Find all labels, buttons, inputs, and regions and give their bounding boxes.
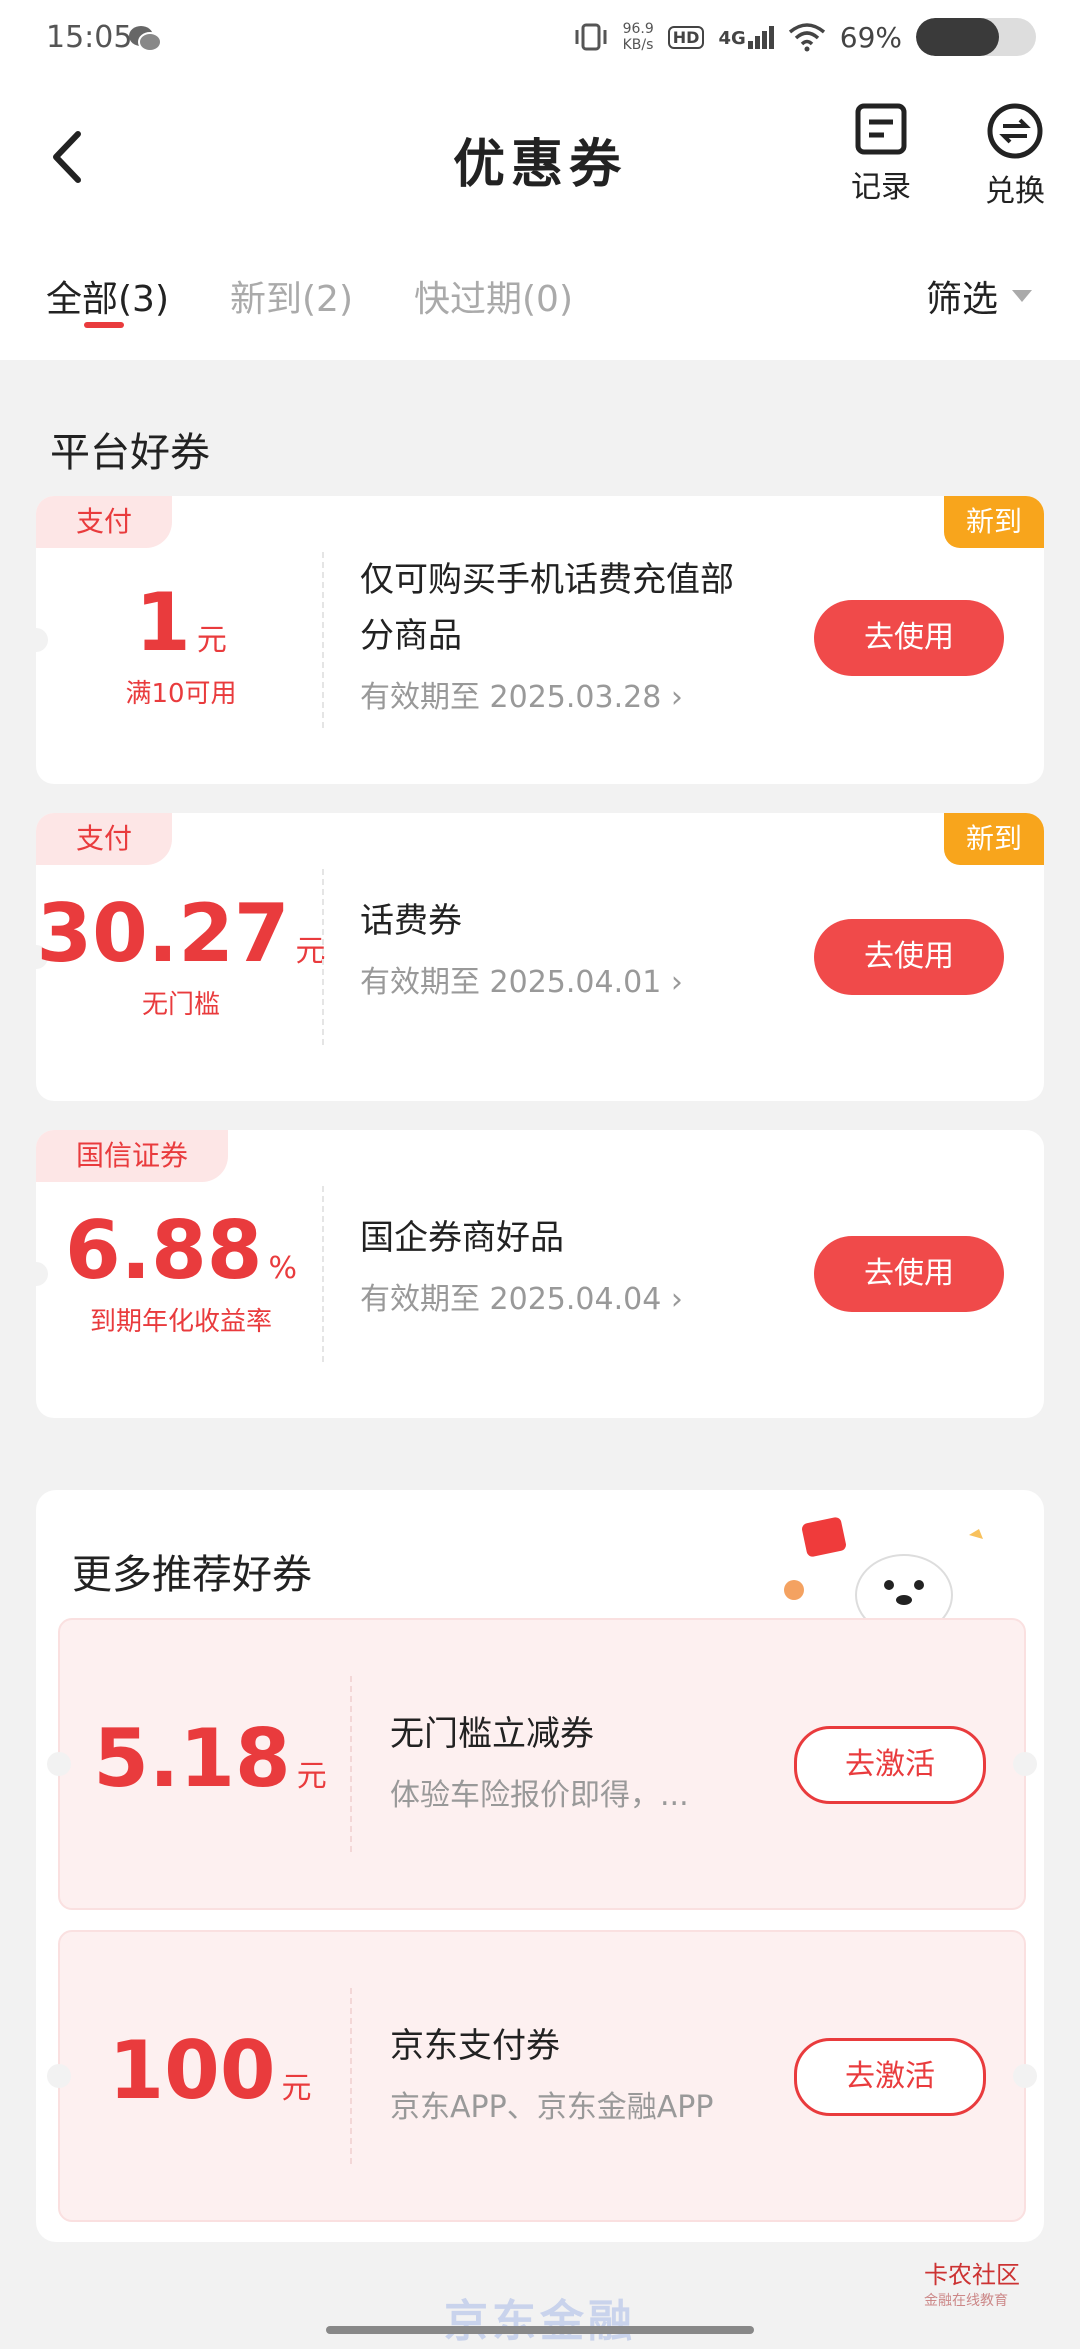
card-notch — [1013, 1752, 1037, 1776]
activate-button[interactable]: 去激活 — [794, 2038, 986, 2116]
coupon-tag: 支付 — [36, 813, 173, 865]
coupon-subtext: 体验车险报价即得，... — [390, 1778, 689, 1813]
coupon-condition: 到期年化收益率 — [89, 1307, 272, 1337]
exchange-icon — [987, 103, 1043, 159]
exchange-label: 兑换 — [985, 174, 1045, 209]
battery-text: 69% — [839, 20, 902, 54]
chevron-right-icon: › — [670, 1282, 683, 1317]
coupon-amount: 30.27 元 无门槛 — [36, 887, 326, 1020]
platform-section-title: 平台好券 — [50, 430, 210, 476]
coupon-amount: 1元 满10可用 — [36, 576, 326, 710]
filter-label: 筛选 — [925, 279, 998, 320]
use-coupon-button[interactable]: 去使用 — [814, 600, 1004, 676]
coupon-expiry: 有效期至 2025.04.01 › — [360, 965, 683, 1000]
signal-icon: 4G — [718, 25, 774, 49]
coupon-name: 京东支付券 — [390, 2026, 560, 2066]
tab-all[interactable]: 全部(3) — [46, 270, 169, 322]
filter-dropdown[interactable]: 筛选 — [926, 270, 1032, 322]
coupon-amount: 100 元 — [108, 2024, 312, 2117]
wechat-icon — [129, 26, 162, 52]
new-badge: 新到 — [944, 813, 1044, 865]
hd-icon: HD — [667, 25, 705, 49]
coupon-description: 无门槛立减券 体验车险报价即得，... — [390, 1706, 790, 1824]
card-notch — [1013, 2064, 1037, 2088]
coupon-divider — [322, 1186, 324, 1362]
recommend-panel: 更多推荐好券 5.18 元 无门槛立减券 体验车险报价即得，... 去激活 100… — [36, 1490, 1044, 2242]
network-speed: 96.9 KB/s — [622, 21, 654, 53]
record-button[interactable]: 记录 — [836, 102, 926, 206]
coupon-description: 仅可购买手机话费充值部分商品 有效期至 2025.03.28 › — [360, 552, 760, 726]
coupon-card: 支付 新到 30.27 元 无门槛 话费券 有效期至 2025.04.01 › 去… — [36, 813, 1044, 1101]
tab-new[interactable]: 新到(2) — [230, 270, 353, 322]
coupon-amount: 6.88% 到期年化收益率 — [36, 1204, 326, 1338]
vibrate-icon — [575, 23, 607, 51]
active-tab-indicator — [84, 322, 124, 328]
coupon-card: 支付 新到 1元 满10可用 仅可购买手机话费充值部分商品 有效期至 2025.… — [36, 496, 1044, 784]
chevron-right-icon: › — [670, 965, 683, 1000]
status-bar: 15:05 96.9 KB/s HD 4G 69% — [0, 0, 1080, 84]
recommend-title: 更多推荐好券 — [72, 1552, 312, 1598]
recommend-coupon-card: 5.18 元 无门槛立减券 体验车险报价即得，... 去激活 — [47, 1618, 1037, 1910]
exchange-button[interactable]: 兑换 — [970, 102, 1060, 210]
home-indicator[interactable] — [326, 2326, 754, 2334]
battery-icon — [916, 18, 1036, 56]
coupon-expiry: 有效期至 2025.04.04 › — [360, 1282, 683, 1317]
coupon-amount: 5.18 元 — [93, 1712, 327, 1805]
coupon-subtext: 京东APP、京东金融APP — [390, 2090, 714, 2125]
coupon-description: 话费券 有效期至 2025.04.01 › — [360, 893, 760, 1011]
coupon-divider — [322, 552, 324, 728]
activate-button[interactable]: 去激活 — [794, 1726, 986, 1804]
coupon-name: 无门槛立减券 — [390, 1714, 594, 1754]
coupon-tag: 国信证券 — [36, 1130, 229, 1182]
coupon-divider — [350, 1676, 352, 1852]
record-icon — [855, 103, 907, 155]
chevron-right-icon: › — [670, 680, 683, 715]
coupon-tag: 支付 — [36, 496, 173, 548]
coupon-divider — [350, 1988, 352, 2164]
status-time: 15:05 — [46, 20, 133, 55]
tab-bar: 全部(3) 新到(2) 快过期(0) 筛选 — [0, 230, 1080, 360]
new-badge: 新到 — [944, 496, 1044, 548]
use-coupon-button[interactable]: 去使用 — [814, 919, 1004, 995]
coupon-divider — [322, 869, 324, 1045]
tab-expiring[interactable]: 快过期(0) — [414, 270, 573, 322]
page-header: 优惠券 记录 兑换 — [0, 84, 1080, 230]
coupon-condition: 满10可用 — [125, 679, 237, 709]
recommend-coupon-card: 100 元 京东支付券 京东APP、京东金融APP 去激活 — [47, 1930, 1037, 2222]
coupon-expiry: 有效期至 2025.03.28 › — [360, 680, 683, 715]
coupon-description: 国企券商好品 有效期至 2025.04.04 › — [360, 1210, 760, 1328]
record-label: 记录 — [851, 170, 911, 205]
wifi-icon — [788, 23, 825, 52]
coupon-condition: 无门槛 — [141, 990, 220, 1020]
dropdown-arrow-icon — [1012, 290, 1032, 302]
coupon-card: 国信证券 6.88% 到期年化收益率 国企券商好品 有效期至 2025.04.0… — [36, 1130, 1044, 1418]
use-coupon-button[interactable]: 去使用 — [814, 1236, 1004, 1312]
footer-brand-logo: 京东金融 — [444, 2296, 636, 2347]
coupon-description: 京东支付券 京东APP、京东金融APP — [390, 2018, 790, 2136]
status-icons: 96.9 KB/s HD 4G 69% — [573, 18, 1036, 56]
